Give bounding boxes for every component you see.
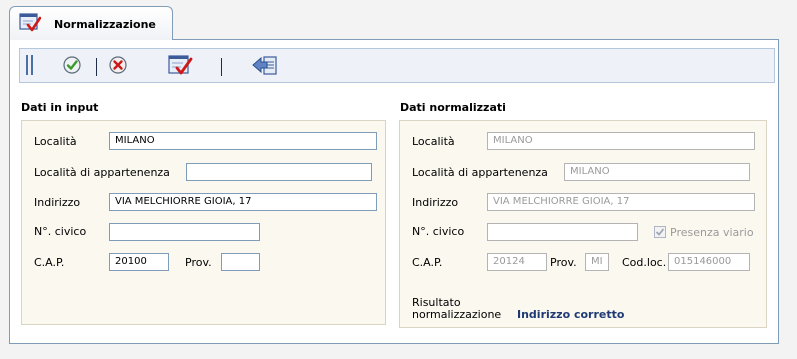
norm-localita-appartenenza-field: MILANO — [564, 163, 750, 181]
norm-cap-label: C.A.P. — [412, 256, 443, 269]
localita-appartenenza-input[interactable] — [186, 163, 372, 181]
localita-label: Località — [34, 135, 77, 148]
x-circle-icon — [109, 56, 127, 74]
localita-input[interactable]: MILANO — [109, 132, 377, 150]
back-arrow-icon — [252, 56, 277, 75]
indirizzo-input[interactable]: VIA MELCHIORRE GIOIA, 17 — [109, 193, 377, 211]
norm-prov-field: MI — [585, 253, 609, 271]
toolbar — [19, 48, 775, 83]
cancel-button[interactable] — [106, 53, 130, 77]
norm-indirizzo-label: Indirizzo — [412, 196, 459, 209]
normalize-button[interactable] — [166, 53, 194, 77]
norm-civico-field — [487, 223, 638, 241]
input-section-title: Dati in input — [21, 101, 99, 114]
indirizzo-label: Indirizzo — [34, 196, 81, 209]
risultato-value: Indirizzo corretto — [517, 308, 625, 321]
prov-input[interactable] — [221, 253, 260, 271]
localita-appartenenza-label: Località di appartenenza — [34, 166, 170, 179]
norm-localita-label: Località — [412, 135, 455, 148]
form-check-icon — [19, 13, 42, 33]
back-button[interactable] — [250, 53, 280, 77]
main-panel: Dati in input Località MILANO Località d… — [9, 39, 779, 344]
presenza-viario-checkbox[interactable] — [654, 226, 666, 238]
norm-indirizzo-field: VIA MELCHIORRE GIOIA, 17 — [487, 193, 755, 211]
codloc-field: 015146000 — [668, 253, 750, 271]
normalized-section: Località MILANO Località di appartenenza… — [399, 120, 767, 328]
confirm-button[interactable] — [60, 53, 84, 77]
risultato-label-line2: normalizzazione — [412, 308, 502, 321]
check-circle-icon — [63, 56, 81, 74]
toolbar-grip — [31, 55, 33, 75]
tab-title: Normalizzazione — [54, 18, 156, 31]
cap-label: C.A.P. — [34, 256, 65, 269]
civico-input[interactable] — [109, 223, 260, 241]
prov-label: Prov. — [185, 256, 212, 269]
norm-localita-appartenenza-label: Località di appartenenza — [412, 166, 548, 179]
normalized-section-title: Dati normalizzati — [400, 101, 506, 114]
input-section: Località MILANO Località di appartenenza… — [21, 120, 386, 325]
toolbar-separator — [96, 58, 97, 76]
civico-label: N°. civico — [34, 225, 87, 238]
tab-normalizzazione[interactable]: Normalizzazione — [9, 6, 173, 40]
form-check-icon — [168, 55, 193, 75]
norm-prov-label: Prov. — [550, 256, 577, 269]
toolbar-separator — [221, 58, 222, 76]
presenza-viario-label: Presenza viario — [670, 226, 754, 239]
norm-cap-field: 20124 — [487, 253, 547, 271]
checkmark-icon — [655, 228, 665, 236]
cap-input[interactable]: 20100 — [109, 253, 169, 271]
norm-civico-label: N°. civico — [412, 225, 465, 238]
norm-localita-field: MILANO — [487, 132, 755, 150]
codloc-label: Cod.loc. — [622, 256, 667, 269]
toolbar-grip — [26, 55, 28, 75]
